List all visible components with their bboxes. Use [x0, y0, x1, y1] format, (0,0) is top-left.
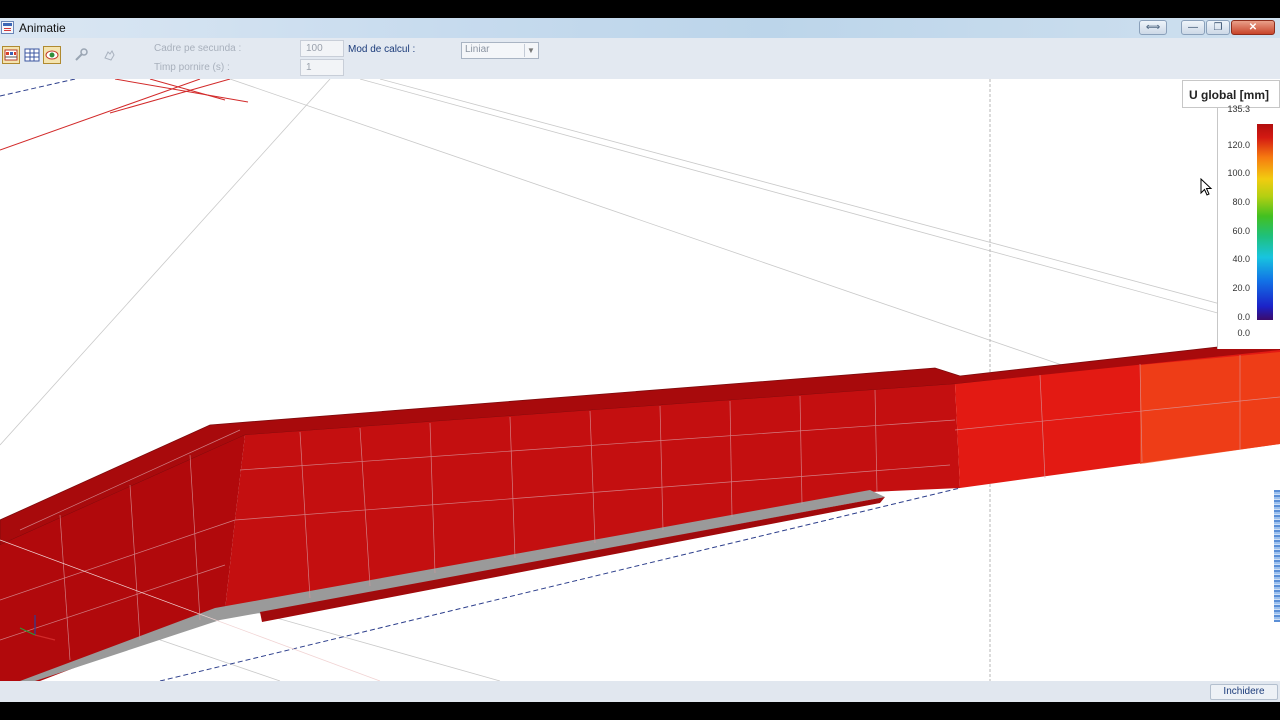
eye-icon[interactable] [43, 46, 61, 64]
beam-end-gradient [1140, 352, 1280, 464]
calc-mode-select[interactable]: Liniar ▼ [461, 42, 539, 59]
calc-mode-label: Mod de calcul : [348, 44, 416, 55]
window-title: Animatie [19, 21, 66, 35]
legend-tick: 0.0 [1237, 312, 1250, 322]
toolbar: Cadre pe secunda : 100 Timp pornire (s) … [0, 38, 1280, 79]
3d-viewport[interactable] [0, 79, 1280, 681]
fps-field[interactable]: 100 [300, 40, 344, 57]
resize-button[interactable]: ⟺ [1139, 20, 1167, 35]
legend-tick: 60.0 [1232, 226, 1250, 236]
grid-frames-icon[interactable] [23, 46, 41, 64]
film-frames-icon[interactable] [2, 46, 20, 64]
side-scroll-strip[interactable] [1274, 490, 1280, 622]
legend-tick: 120.0 [1227, 140, 1250, 150]
legend-tick: 20.0 [1232, 283, 1250, 293]
start-time-field[interactable]: 1 [300, 59, 344, 76]
model-canvas [0, 79, 1280, 681]
legend-tick: 40.0 [1232, 254, 1250, 264]
calc-mode-value: Liniar [465, 44, 490, 55]
hand-icon[interactable] [100, 46, 118, 64]
maximize-button[interactable]: ❐ [1206, 20, 1230, 35]
color-scale-bar [1257, 124, 1273, 320]
title-bar: Animatie ⟺ — ❐ ✕ [0, 18, 1280, 38]
legend-tick: 80.0 [1232, 197, 1250, 207]
fps-label: Cadre pe secunda : [154, 43, 242, 54]
close-dialog-button[interactable]: Inchidere [1210, 684, 1278, 700]
app-icon [1, 21, 14, 34]
screen-top-border [0, 0, 1280, 18]
wrench-icon[interactable] [72, 46, 90, 64]
start-time-label: Timp pornire (s) : [154, 62, 230, 73]
chevron-down-icon[interactable]: ▼ [524, 44, 537, 57]
legend-tick: 100.0 [1227, 168, 1250, 178]
mouse-cursor-icon [1200, 178, 1213, 196]
status-bar [0, 681, 1280, 702]
screen-bottom-border [0, 702, 1280, 720]
legend-max: 135.3 [1227, 104, 1250, 114]
legend-min: 0.0 [1237, 328, 1250, 338]
minimize-button[interactable]: — [1181, 20, 1205, 35]
close-window-button[interactable]: ✕ [1231, 20, 1275, 35]
